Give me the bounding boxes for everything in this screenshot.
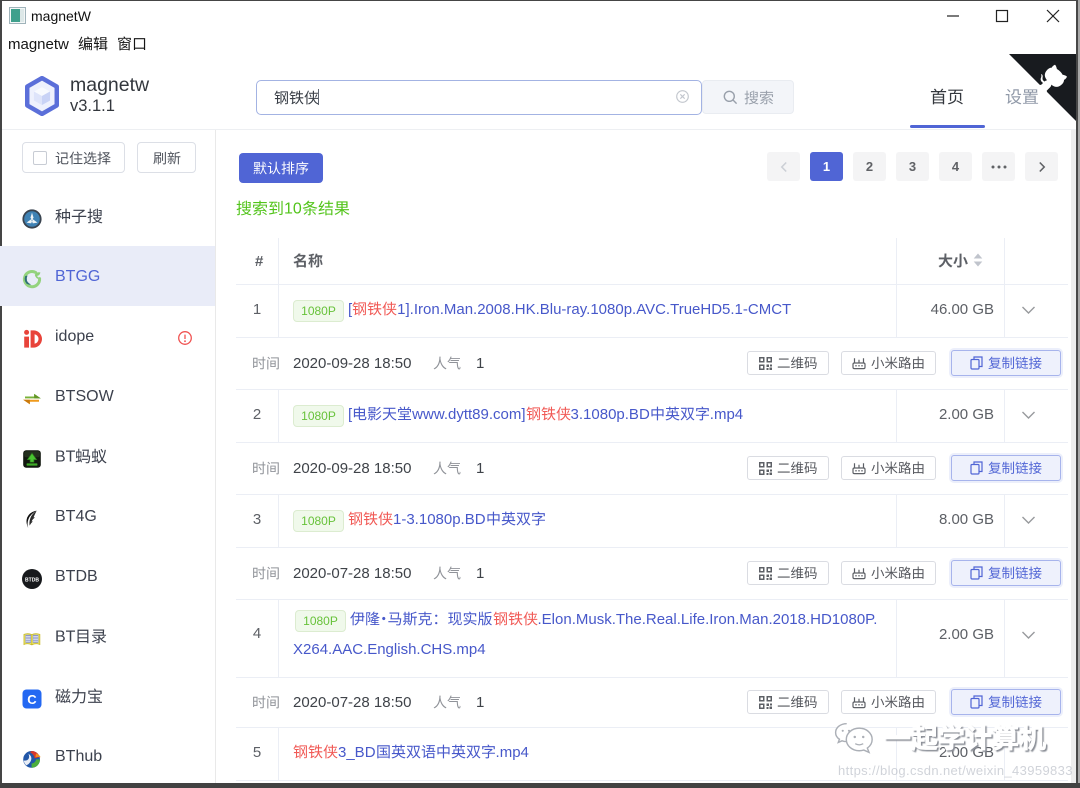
svg-text:C: C	[27, 692, 37, 707]
svg-text:BTDB: BTDB	[25, 578, 39, 584]
